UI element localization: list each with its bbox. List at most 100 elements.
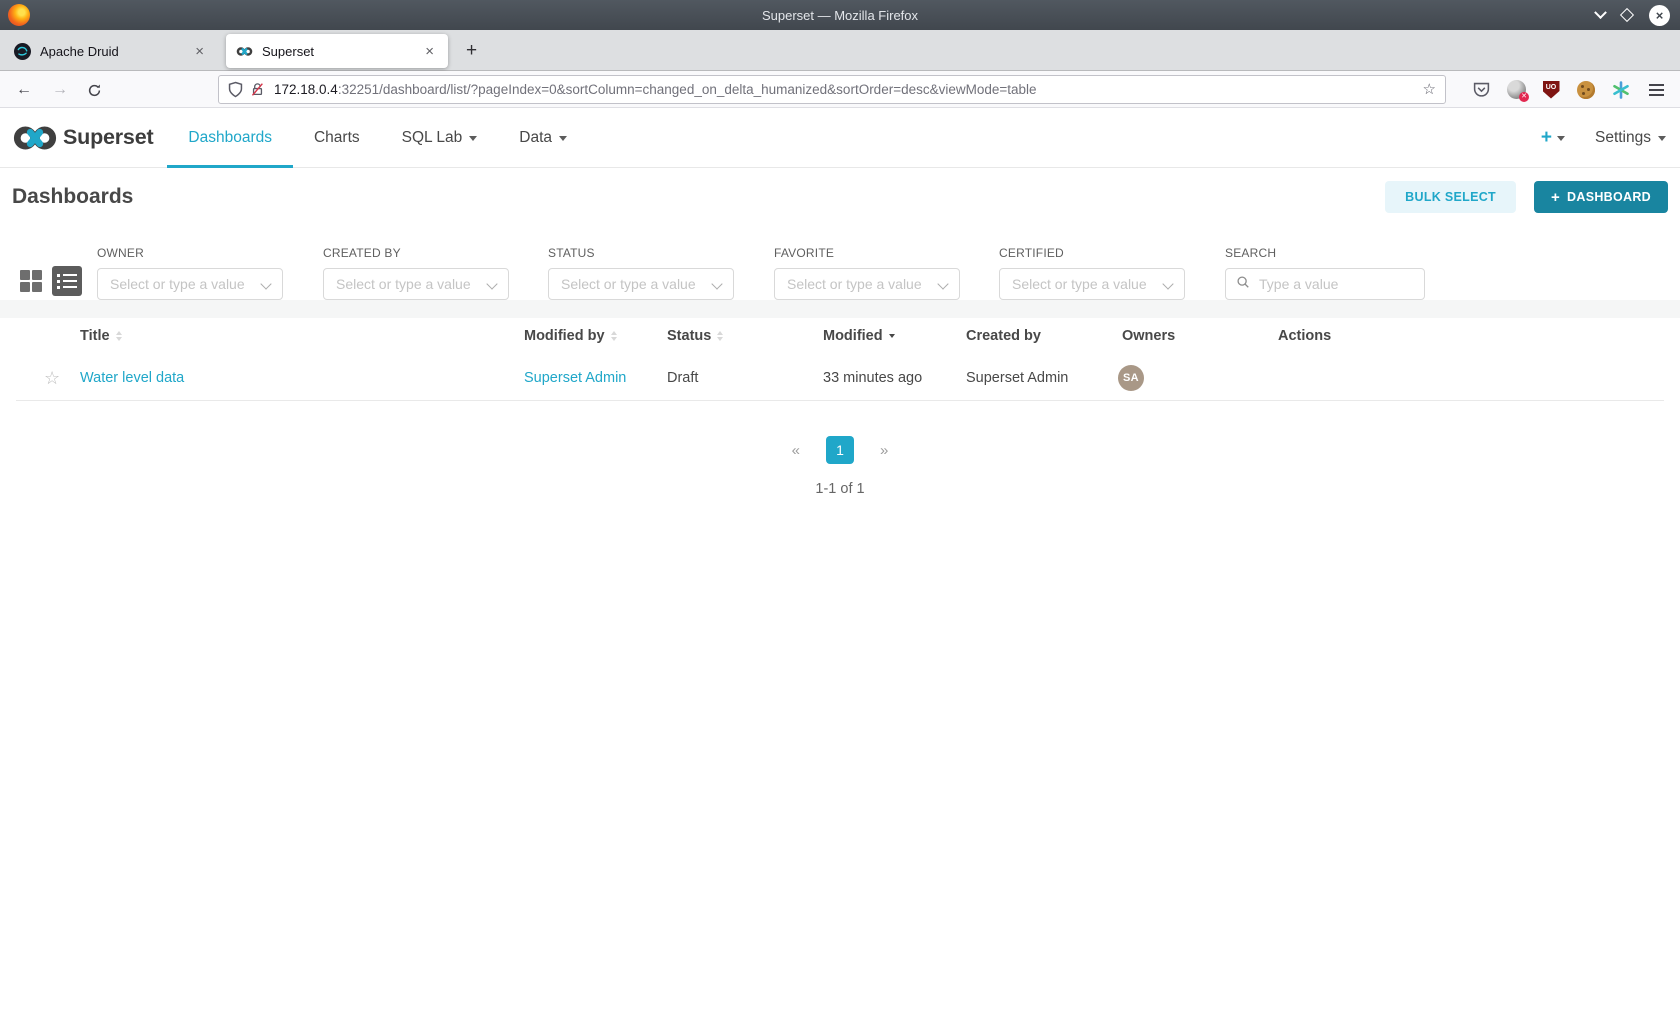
owner-avatar: SA [1118, 365, 1144, 391]
tab-apache-druid[interactable]: Apache Druid × [4, 34, 218, 68]
filter-owner: OWNER [97, 246, 283, 300]
menu-icon[interactable] [1646, 80, 1666, 100]
tab-label: Superset [262, 44, 421, 59]
account-sync-error-icon[interactable]: ✕ [1506, 80, 1526, 100]
nav-item-label: Charts [314, 129, 360, 147]
table-row: ☆ Water level data Superset Admin Draft … [0, 362, 1680, 394]
favorite-select[interactable] [774, 268, 960, 300]
pagination-page-1[interactable]: 1 [826, 436, 854, 464]
url-path: :32251/dashboard/list/?pageIndex=0&sortC… [338, 82, 1037, 97]
pocket-icon[interactable] [1471, 80, 1491, 100]
pagination-next-icon[interactable]: » [874, 438, 894, 463]
window-close-icon[interactable]: × [1649, 5, 1670, 26]
pagination: « 1 » [0, 436, 1680, 464]
nav-item-dashboards[interactable]: Dashboards [167, 108, 293, 167]
ublock-origin-icon[interactable]: UO [1541, 80, 1561, 100]
url-text[interactable]: 172.18.0.4:32251/dashboard/list/?pageInd… [274, 76, 1384, 103]
filter-status: STATUS [548, 246, 734, 300]
page-header: Dashboards BULK SELECT + DASHBOARD [0, 168, 1680, 226]
window-controls: × [1596, 0, 1670, 30]
cookie-extension-icon[interactable] [1576, 80, 1596, 100]
row-divider [16, 400, 1664, 401]
created-by-cell: Superset Admin [966, 362, 1068, 394]
browser-toolbar: ← → 172.18.0.4:32251/dashboard/list/?pag… [0, 71, 1680, 108]
filter-favorite: FAVORITE [774, 246, 960, 300]
status-cell: Draft [667, 362, 698, 394]
superset-brand[interactable]: Superset [0, 108, 153, 167]
card-view-toggle-icon[interactable] [20, 270, 42, 292]
tab-close-icon[interactable]: × [421, 42, 438, 61]
new-dashboard-button[interactable]: + DASHBOARD [1534, 181, 1668, 213]
ublock-shield: UO [1543, 81, 1560, 99]
window-titlebar: Superset — Mozilla Firefox × [0, 0, 1680, 30]
new-tab-icon[interactable]: + [458, 38, 485, 64]
tab-superset[interactable]: Superset × [226, 34, 448, 68]
filter-label: SEARCH [1225, 246, 1425, 260]
pagination-prev-icon[interactable]: « [786, 438, 806, 463]
sort-icon [717, 331, 723, 341]
forward-icon[interactable]: → [48, 78, 72, 102]
back-icon[interactable]: ← [12, 78, 36, 102]
column-header-title[interactable]: Title [80, 328, 122, 344]
filter-search: SEARCH [1225, 246, 1425, 300]
pagination-summary: 1-1 of 1 [0, 481, 1680, 497]
superset-favicon-icon [236, 43, 253, 60]
column-header-modified-by[interactable]: Modified by [524, 328, 617, 344]
search-input[interactable] [1225, 268, 1425, 300]
tracking-shield-icon[interactable] [227, 81, 244, 98]
superset-logo-icon [12, 124, 58, 152]
column-header-owners: Owners [1122, 328, 1175, 344]
extension-asterisk-icon[interactable] [1611, 80, 1631, 100]
bulk-select-button[interactable]: BULK SELECT [1385, 181, 1516, 213]
filter-section: OWNER CREATED BY STATUS FAVORITE CERTIFI… [0, 226, 1680, 332]
dashboard-title-link[interactable]: Water level data [80, 362, 184, 394]
nav-item-data[interactable]: Data [498, 108, 588, 167]
nav-item-label: Data [519, 129, 552, 147]
tab-close-icon[interactable]: × [191, 42, 208, 61]
search-icon [1236, 275, 1250, 289]
created-by-select[interactable] [323, 268, 509, 300]
druid-favicon-icon [14, 43, 31, 60]
page-title: Dashboards [12, 185, 133, 209]
new-item-menu[interactable]: + [1541, 127, 1565, 149]
nav-item-sql-lab[interactable]: SQL Lab [381, 108, 499, 167]
settings-label: Settings [1595, 129, 1651, 147]
superset-navbar: Superset Dashboards Charts SQL Lab Data … [0, 108, 1680, 168]
reload-icon[interactable] [82, 78, 106, 102]
chevron-down-icon [1557, 136, 1565, 141]
url-bar[interactable]: 172.18.0.4:32251/dashboard/list/?pageInd… [218, 75, 1446, 104]
browser-tabstrip: Apache Druid × Superset × + [0, 30, 1680, 71]
modified-cell: 33 minutes ago [823, 362, 922, 394]
nav-item-charts[interactable]: Charts [293, 108, 381, 167]
status-select[interactable] [548, 268, 734, 300]
filter-label: CREATED BY [323, 246, 509, 260]
toolbar-extensions: ✕ UO [1471, 77, 1666, 102]
firefox-logo-icon [8, 4, 30, 26]
settings-menu[interactable]: Settings [1595, 129, 1666, 147]
error-badge: ✕ [1519, 92, 1529, 102]
url-host: 172.18.0.4 [274, 82, 338, 97]
certified-select[interactable] [999, 268, 1185, 300]
nav-item-label: Dashboards [188, 129, 272, 147]
list-view-toggle-icon[interactable] [52, 266, 82, 296]
owner-select[interactable] [97, 268, 283, 300]
bookmark-star-icon[interactable]: ☆ [1423, 76, 1436, 103]
modified-by-link[interactable]: Superset Admin [524, 362, 626, 394]
window-title: Superset — Mozilla Firefox [0, 8, 1680, 23]
tab-label: Apache Druid [40, 44, 191, 59]
window-maximize-icon[interactable] [1620, 8, 1634, 22]
column-header-modified[interactable]: Modified [823, 328, 895, 344]
filter-label: STATUS [548, 246, 734, 260]
nav-item-label: SQL Lab [402, 129, 463, 147]
filter-label: CERTIFIED [999, 246, 1185, 260]
insecure-lock-icon[interactable] [250, 82, 265, 97]
header-buttons: BULK SELECT + DASHBOARD [1385, 181, 1668, 213]
filter-certified: CERTIFIED [999, 246, 1185, 300]
window-minimize-icon[interactable] [1594, 6, 1607, 19]
plus-icon: + [1551, 189, 1560, 206]
cookie-shape [1577, 81, 1595, 99]
chevron-down-icon [559, 136, 567, 141]
favorite-star-icon[interactable]: ☆ [44, 362, 60, 394]
plus-icon: + [1541, 127, 1552, 149]
column-header-status[interactable]: Status [667, 328, 723, 344]
